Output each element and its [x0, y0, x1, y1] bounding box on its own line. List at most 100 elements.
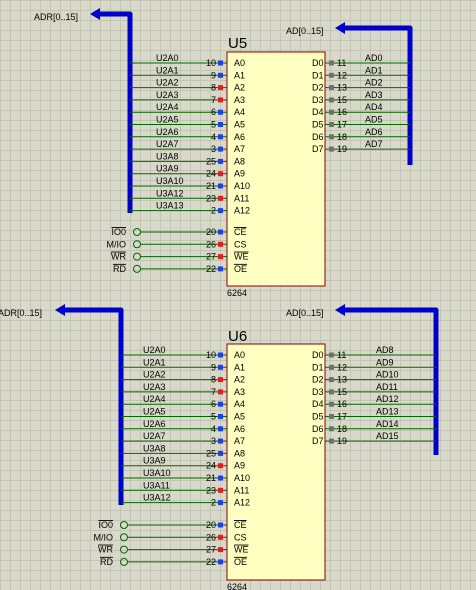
address-pin-row[interactable]: U2A0 10 A0	[121, 345, 245, 360]
control-pin-row[interactable]: IO0 20 CE	[98, 520, 246, 530]
address-net-label: U3A9	[156, 164, 179, 174]
pin-name: A9	[234, 169, 245, 179]
data-net-label: AD0	[365, 53, 383, 63]
address-net-label: U2A7	[156, 139, 179, 149]
pin-marker-icon	[218, 463, 223, 469]
terminal-icon	[133, 228, 141, 236]
pin-name: D6	[312, 424, 324, 434]
control-pin-row[interactable]: RD 22 OE	[100, 557, 247, 567]
pin-marker-icon	[329, 109, 334, 115]
data-pin-row[interactable]: D6 18 AD6	[312, 127, 410, 142]
pin-name: A0	[234, 58, 245, 68]
chip-u5-group: ADR[0..15]AD[0..15]U56264U2A0 10 A0U2A1 9 A1…	[34, 8, 413, 298]
pin-number: 10	[206, 58, 216, 68]
control-net-label: IO0	[111, 227, 126, 237]
data-pin-row[interactable]: D0 11 AD8	[312, 345, 436, 360]
pin-number: 26	[206, 532, 216, 542]
data-pin-row[interactable]: D3 15 AD3	[312, 90, 410, 105]
address-pin-row[interactable]: U2A2 8 A2	[121, 370, 245, 385]
control-pin-row[interactable]: M/IO 26 CS	[107, 239, 247, 249]
pin-name: D1	[312, 362, 324, 372]
pin-marker-icon	[329, 401, 334, 407]
data-pin-row[interactable]: D2 13 AD2	[312, 78, 410, 93]
pin-number: 9	[211, 70, 216, 80]
pin-name: A1	[234, 362, 245, 372]
pin-number: 23	[206, 193, 216, 203]
data-pin-row[interactable]: D1 12 AD9	[312, 357, 436, 372]
pin-name: A8	[234, 156, 245, 166]
data-pin-row[interactable]: D7 19 AD7	[312, 139, 410, 154]
address-pin-row[interactable]: U2A3 7 A3	[121, 382, 245, 397]
data-pin-row[interactable]: D6 18 AD14	[312, 419, 436, 434]
chip-reference: U5	[228, 35, 247, 52]
address-net-label: U2A2	[156, 78, 179, 88]
address-net-label: U2A3	[156, 90, 179, 100]
pin-name: A12	[234, 498, 250, 508]
address-pin-row[interactable]: U3A9 24 A9	[121, 456, 245, 471]
pin-number: 13	[337, 83, 347, 93]
pin-number: 17	[337, 120, 347, 130]
pin-number: 27	[206, 252, 216, 262]
data-pin-row[interactable]: D5 17 AD5	[312, 115, 410, 130]
address-pin-row[interactable]: U2A6 4 A6	[121, 419, 245, 434]
control-pin-row[interactable]: IO0 20 CE	[111, 227, 246, 237]
address-pin-row[interactable]: U2A1 9 A1	[121, 357, 245, 372]
pin-number: 25	[206, 448, 216, 458]
address-bus-arrow-icon	[90, 8, 100, 20]
address-net-label: U2A3	[143, 382, 166, 392]
address-bus-arrow-icon	[55, 304, 65, 316]
address-net-label: U2A4	[156, 102, 179, 112]
pin-name: D6	[312, 132, 324, 142]
chip-reference: U6	[228, 328, 247, 345]
pin-number: 4	[211, 132, 216, 142]
pin-name: A10	[234, 473, 250, 483]
pin-marker-icon	[218, 487, 223, 493]
address-pin-row[interactable]: U2A7 3 A7	[121, 431, 245, 446]
pin-marker-icon	[218, 414, 223, 419]
pin-number: 11	[337, 350, 346, 360]
data-pin-row[interactable]: D5 17 AD13	[312, 407, 436, 422]
pin-name: A3	[234, 95, 245, 105]
pin-marker-icon	[218, 72, 223, 78]
data-pin-row[interactable]: D2 13 AD10	[312, 370, 436, 385]
pin-number: 13	[337, 375, 347, 385]
pin-marker-icon	[218, 352, 223, 358]
pin-number: 26	[206, 239, 216, 249]
address-pin-row[interactable]: U2A4 6 A4	[121, 394, 245, 409]
address-net-label: U3A10	[143, 468, 171, 478]
control-net-label: IO0	[98, 520, 113, 530]
pin-name: D5	[312, 412, 324, 422]
address-net-label: U3A8	[156, 151, 179, 161]
control-net-label: RD	[100, 557, 113, 567]
pin-number: 6	[211, 107, 216, 117]
data-pin-row[interactable]: D3 15 AD11	[312, 382, 436, 397]
pin-number: 20	[206, 520, 216, 530]
data-pin-row[interactable]: D4 16 AD12	[312, 394, 436, 409]
data-pin-row[interactable]: D7 19 AD15	[312, 431, 436, 446]
chip-u6-group: ADR[0..15] AD[0..15]U66264U2A0 10 A0U2A1 9 A1…	[0, 304, 439, 590]
address-pin-row[interactable]: U2A5 5 A5	[121, 407, 245, 422]
pin-marker-icon	[218, 195, 223, 201]
control-pin-row[interactable]: WR 27 WE	[98, 545, 249, 555]
address-bus-line	[63, 307, 124, 505]
control-net-label: WR	[98, 545, 113, 555]
data-net-label: AD6	[365, 127, 383, 137]
address-net-label: U2A1	[143, 357, 166, 367]
pin-number: 19	[337, 144, 347, 154]
pin-marker-icon	[218, 426, 223, 432]
data-pin-row[interactable]: D1 12 AD1	[312, 65, 410, 80]
pin-number: 15	[337, 387, 347, 397]
address-bus: ADR[0..15]	[0, 304, 124, 505]
pin-marker-icon	[218, 241, 223, 247]
data-net-label: AD5	[365, 115, 383, 125]
control-net-label: M/IO	[94, 532, 114, 542]
pin-name: CE	[234, 227, 247, 237]
address-net-label: U2A0	[143, 345, 166, 355]
data-pin-row[interactable]: D0 11 AD0	[312, 53, 410, 68]
pin-name: D1	[312, 70, 324, 80]
data-pin-row[interactable]: D4 16 AD4	[312, 102, 410, 117]
pin-name: A1	[234, 70, 245, 80]
pin-number: 10	[206, 350, 216, 360]
address-pin-row[interactable]: U3A8 25 A8	[121, 443, 245, 458]
control-pin-row[interactable]: M/IO 26 CS	[94, 532, 247, 542]
